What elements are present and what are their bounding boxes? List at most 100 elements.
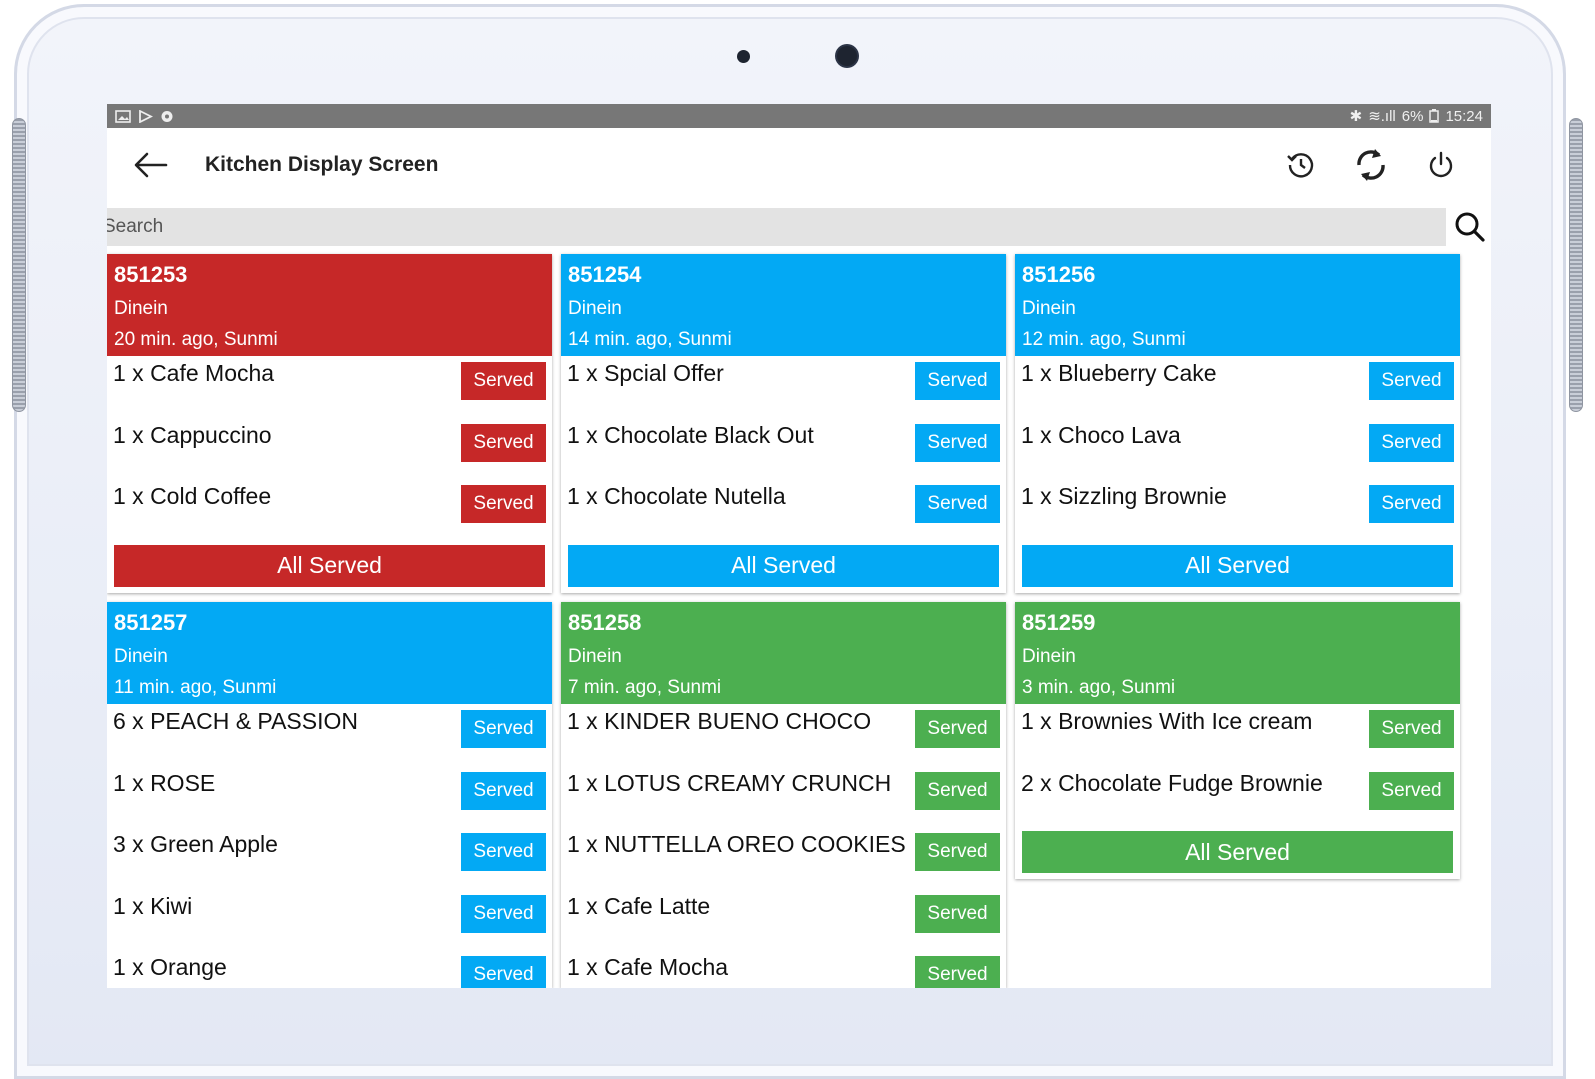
order-type: Dinein xyxy=(568,298,622,319)
search-icon xyxy=(1455,212,1485,242)
served-button[interactable]: Served xyxy=(461,362,546,400)
order-time: 12 min. ago, Sunmi xyxy=(1022,329,1186,350)
item-name: 1 x Chocolate Black Out xyxy=(567,421,814,448)
order-card: 851253 Dinein 20 min. ago, Sunmi 1 x Cafe M… xyxy=(107,254,552,593)
order-time: 11 min. ago, Sunmi xyxy=(114,677,277,698)
order-number: 851256 xyxy=(1022,262,1096,287)
served-button[interactable]: Served xyxy=(1369,362,1454,400)
order-item: 1 x Cafe Latte Served xyxy=(561,889,1006,951)
status-bar: ✱ ≋.ıll 6% 15:24 xyxy=(107,104,1491,128)
item-name: 1 x KINDER BUENO CHOCO xyxy=(567,708,872,734)
order-item: 2 x Chocolate Fudge Brownie Served xyxy=(1015,766,1460,828)
back-arrow-icon xyxy=(134,152,168,178)
served-button[interactable]: Served xyxy=(461,894,546,933)
served-button[interactable]: Served xyxy=(915,485,1000,523)
power-icon xyxy=(1429,151,1453,178)
order-item: 1 x ROSE Served xyxy=(107,766,552,828)
all-served-button[interactable]: All Served xyxy=(114,544,545,587)
order-type: Dinein xyxy=(1022,646,1076,667)
served-button[interactable]: Served xyxy=(461,710,546,748)
volume-button xyxy=(12,118,26,412)
order-item: 1 x Chocolate Nutella Served xyxy=(561,479,1006,541)
served-button[interactable]: Served xyxy=(461,833,546,871)
served-button[interactable]: Served xyxy=(461,956,546,988)
served-button[interactable]: Served xyxy=(1369,485,1454,523)
order-item: 1 x Orange Served xyxy=(107,950,552,988)
bluetooth-icon: ✱ xyxy=(1349,108,1363,125)
item-name: 1 x Orange xyxy=(113,954,227,980)
order-card: 851257 Dinein 11 min. ago, Sunmi 6 x PEACH … xyxy=(107,602,552,988)
order-item: 1 x Brownies With Ice cream Served xyxy=(1015,704,1460,766)
order-item: 1 x Spcial Offer Served xyxy=(561,356,1006,418)
item-name: 1 x Cafe Mocha xyxy=(567,954,729,980)
served-button[interactable]: Served xyxy=(461,771,546,810)
search-input[interactable] xyxy=(107,208,1446,246)
history-icon xyxy=(1287,153,1314,178)
served-button[interactable]: Served xyxy=(915,423,1000,462)
item-name: 6 x PEACH & PASSION xyxy=(113,708,358,734)
served-button[interactable]: Served xyxy=(915,710,1000,748)
search-bar xyxy=(107,208,1446,246)
app-bar: Kitchen Display Screen xyxy=(107,128,1491,202)
item-name: 2 x Chocolate Fudge Brownie xyxy=(1021,769,1323,796)
record-notification-icon xyxy=(161,110,173,122)
order-time: 7 min. ago, Sunmi xyxy=(568,677,722,698)
power-button[interactable] xyxy=(1421,145,1461,185)
item-name: 3 x Green Apple xyxy=(113,831,278,857)
item-name: 1 x Cafe Latte xyxy=(567,892,711,919)
order-item: 1 x Cafe Mocha Served xyxy=(107,356,552,418)
battery-icon xyxy=(1429,109,1440,123)
order-type: Dinein xyxy=(568,646,622,667)
order-header: 851253 Dinein 20 min. ago, Sunmi xyxy=(107,254,552,356)
order-item: 1 x Cafe Mocha Served xyxy=(561,950,1006,988)
served-button[interactable]: Served xyxy=(461,423,546,462)
order-time: 14 min. ago, Sunmi xyxy=(568,329,732,350)
order-item: 1 x NUTTELLA OREO COOKIES Served xyxy=(561,827,1006,889)
order-item: 1 x Blueberry Cake Served xyxy=(1015,356,1460,418)
order-item: 1 x Cold Coffee Served xyxy=(107,479,552,541)
served-button[interactable]: Served xyxy=(915,771,1000,810)
served-button[interactable]: Served xyxy=(915,956,1000,988)
item-name: 1 x Brownies With Ice cream xyxy=(1021,708,1313,734)
order-header: 851257 Dinein 11 min. ago, Sunmi xyxy=(107,602,552,704)
all-served-button[interactable]: All Served xyxy=(1022,544,1453,587)
history-button[interactable] xyxy=(1281,145,1321,185)
order-header: 851256 Dinein 12 min. ago, Sunmi xyxy=(1015,254,1460,356)
sync-button[interactable] xyxy=(1351,145,1391,185)
order-item: 1 x Chocolate Black Out Served xyxy=(561,418,1006,480)
gallery-notification-icon xyxy=(115,109,131,123)
served-button[interactable]: Served xyxy=(461,485,546,523)
order-card: 851258 Dinein 7 min. ago, Sunmi 1 x KINDER … xyxy=(561,602,1006,988)
battery-percent: 6% xyxy=(1401,107,1424,125)
order-type: Dinein xyxy=(114,646,168,667)
all-served-button[interactable]: All Served xyxy=(1022,831,1453,873)
screen: ✱ ≋.ıll 6% 15:24 Kitchen Display Screen xyxy=(107,104,1491,988)
order-number: 851254 xyxy=(568,262,642,287)
served-button[interactable]: Served xyxy=(1369,710,1454,748)
all-served-button[interactable]: All Served xyxy=(568,544,999,587)
served-button[interactable]: Served xyxy=(915,833,1000,871)
front-camera xyxy=(837,46,857,66)
item-name: 1 x Cold Coffee xyxy=(113,483,272,509)
order-item: 1 x Kiwi Served xyxy=(107,889,552,951)
order-number: 851258 xyxy=(568,610,642,635)
order-number: 851259 xyxy=(1022,610,1096,635)
order-item: 1 x Choco Lava Served xyxy=(1015,418,1460,480)
order-item: 3 x Green Apple Served xyxy=(107,827,552,889)
served-button[interactable]: Served xyxy=(915,894,1000,933)
search-button[interactable] xyxy=(1450,208,1490,246)
back-button[interactable] xyxy=(131,145,171,185)
item-name: 1 x Choco Lava xyxy=(1021,421,1181,448)
served-button[interactable]: Served xyxy=(1369,423,1454,462)
item-name: 1 x Sizzling Brownie xyxy=(1021,483,1227,509)
order-card: 851259 Dinein 3 min. ago, Sunmi 1 x Brownie… xyxy=(1015,602,1460,879)
order-header: 851258 Dinein 7 min. ago, Sunmi xyxy=(561,602,1006,704)
order-number: 851257 xyxy=(114,610,188,635)
sensor-dot xyxy=(737,50,750,63)
sync-icon xyxy=(1357,149,1385,181)
order-item: 1 x Cappuccino Served xyxy=(107,418,552,480)
item-name: 1 x LOTUS CREAMY CRUNCH xyxy=(567,769,892,796)
served-button[interactable]: Served xyxy=(915,362,1000,400)
item-name: 1 x Cappuccino xyxy=(113,421,272,448)
served-button[interactable]: Served xyxy=(1369,771,1454,810)
